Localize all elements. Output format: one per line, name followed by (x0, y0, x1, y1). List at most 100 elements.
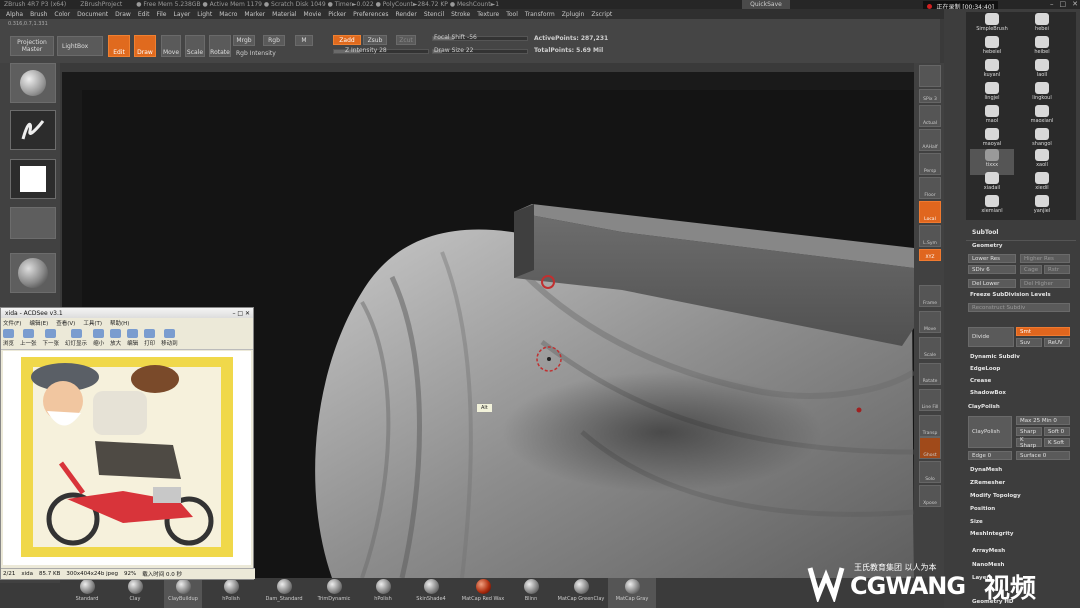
minimize-icon[interactable]: – (1050, 0, 1054, 8)
material-item[interactable]: SkinShade4 (412, 578, 450, 608)
shadowbox-item[interactable]: ShadowBox (970, 390, 1006, 396)
bpr-button[interactable] (919, 65, 941, 87)
smt-toggle[interactable]: Smt (1016, 327, 1070, 336)
zremesher-item[interactable]: ZRemesher (970, 480, 1005, 486)
alpha-thumb[interactable] (10, 159, 56, 199)
lightbox-button[interactable]: LightBox (57, 36, 103, 56)
xyz-button[interactable]: XYZ (919, 249, 941, 261)
ksharp-slider[interactable]: K Sharp (1016, 437, 1042, 449)
spix-button[interactable]: SPix 3 (919, 89, 941, 103)
xpose-button[interactable]: Xpose (919, 485, 941, 507)
claypolish-max-min[interactable]: Max 25 Min 0 (1016, 416, 1070, 425)
browse-button[interactable]: 浏览 (3, 329, 14, 347)
solo-button[interactable]: Solo (919, 461, 941, 483)
edge-slider[interactable]: Edge 0 (968, 451, 1012, 460)
zsub-button[interactable]: Zsub (363, 35, 387, 45)
menu-zplugin[interactable]: Zplugin (562, 11, 585, 18)
claypolish-button[interactable]: ClayPolish (968, 416, 1012, 448)
acdsee-title-bar[interactable]: xida - ACDSee v3.1 – □ ✕ (1, 308, 253, 318)
material-item[interactable]: Blinn (512, 578, 550, 608)
material-item[interactable]: MatCap GreenClay (556, 578, 606, 608)
menu-movie[interactable]: Movie (304, 11, 322, 18)
brush-item[interactable]: xiemianl (972, 195, 1012, 221)
rotate-view-button[interactable]: Rotate (919, 363, 941, 385)
menu-stroke[interactable]: Stroke (451, 11, 470, 18)
ghost-button[interactable]: Ghost (919, 437, 941, 459)
standard-brush-thumb[interactable] (10, 63, 56, 103)
material-item[interactable]: hPolish (364, 578, 402, 608)
material-item[interactable]: Clay (116, 578, 154, 608)
acdsee-window[interactable]: xida - ACDSee v3.1 – □ ✕ 文件(F) 编辑(E) 查看(… (0, 307, 255, 580)
local-button[interactable]: Local (919, 201, 941, 223)
material-item[interactable]: MatCap Red Wax (458, 578, 508, 608)
divide-button[interactable]: Divide (968, 327, 1014, 347)
material-item[interactable]: MatCap Gray (608, 578, 656, 608)
move-view-button[interactable]: Move (919, 311, 941, 333)
freeze-subdivision-button[interactable]: Freeze SubDivision Levels (970, 292, 1051, 298)
mrgb-button[interactable]: Mrgb (233, 35, 255, 46)
rstr-button[interactable]: Rstr (1044, 265, 1070, 274)
sharp-slider[interactable]: Sharp (1016, 427, 1042, 436)
menu-tool[interactable]: Tool (506, 11, 518, 18)
claypolish-header[interactable]: ClayPolish (968, 404, 1000, 410)
m-button[interactable]: M (295, 35, 313, 46)
material-item[interactable]: hPolish (212, 578, 250, 608)
projection-master-button[interactable]: Projection Master (10, 36, 54, 56)
menu-color[interactable]: Color (54, 11, 70, 18)
brush-item[interactable]: yanjiel (1022, 195, 1062, 221)
del-lower-button[interactable]: Del Lower (968, 279, 1016, 288)
slideshow-button[interactable]: 幻灯显示 (65, 329, 87, 347)
size-item[interactable]: Size (970, 519, 983, 525)
stroke-thumb[interactable] (10, 110, 56, 150)
zadd-button[interactable]: Zadd (333, 35, 361, 45)
suv-toggle[interactable]: Suv (1016, 338, 1042, 347)
arraymesh-header[interactable]: ArrayMesh (972, 548, 1005, 554)
aahalf-button[interactable]: AAHalf (919, 129, 941, 151)
reconstruct-subdiv-button[interactable]: Reconstruct Subdiv (968, 303, 1070, 312)
edgeloop-item[interactable]: EdgeLoop (970, 366, 1000, 372)
lsym-button[interactable]: L.Sym (919, 225, 941, 247)
higher-res-button[interactable]: Higher Res (1020, 254, 1070, 263)
crease-item[interactable]: Crease (970, 378, 991, 384)
menu-marker[interactable]: Marker (244, 11, 265, 18)
cage-button[interactable]: Cage (1020, 265, 1042, 274)
material-item-selected[interactable]: ClayBuildup (164, 578, 202, 608)
surface-slider[interactable]: Surface 0 (1016, 451, 1070, 460)
material-item[interactable]: TrimDynamic (312, 578, 356, 608)
zoom-out-button[interactable]: 缩小 (93, 329, 104, 347)
menu-transform[interactable]: Transform (525, 11, 555, 18)
acdsee-menu-edit[interactable]: 编辑(E) (29, 319, 48, 327)
dynamic-subdiv-item[interactable]: Dynamic Subdiv (970, 354, 1020, 360)
menu-draw[interactable]: Draw (115, 11, 131, 18)
texture-thumb[interactable] (10, 207, 56, 239)
rgb-button[interactable]: Rgb (263, 35, 285, 46)
lower-res-button[interactable]: Lower Res (968, 254, 1016, 263)
menu-layer[interactable]: Layer (174, 11, 191, 18)
position-item[interactable]: Position (970, 506, 995, 512)
next-button[interactable]: 下一张 (43, 329, 59, 347)
edit-image-button[interactable]: 编辑 (127, 329, 138, 347)
modify-topology-item[interactable]: Modify Topology (970, 493, 1021, 499)
acdsee-menu-tools[interactable]: 工具(T) (83, 319, 102, 327)
rotate-button[interactable]: Rotate (209, 35, 231, 57)
menu-brush[interactable]: Brush (30, 11, 47, 18)
persp-button[interactable]: Persp (919, 153, 941, 175)
menu-alpha[interactable]: Alpha (6, 11, 23, 18)
move-button[interactable]: Move (161, 35, 181, 57)
menu-file[interactable]: File (156, 11, 166, 18)
menu-material[interactable]: Material (272, 11, 296, 18)
acdsee-menu-file[interactable]: 文件(F) (3, 319, 21, 327)
geometry-header[interactable]: Geometry (972, 243, 1002, 249)
prev-button[interactable]: 上一张 (20, 329, 37, 347)
material-item[interactable]: Standard (68, 578, 106, 608)
menu-light[interactable]: Light (197, 11, 212, 18)
menu-edit[interactable]: Edit (138, 11, 150, 18)
sdiv-slider[interactable]: SDiv 6 (968, 265, 1016, 274)
menu-render[interactable]: Render (395, 11, 416, 18)
quicksave-button[interactable]: QuickSave (742, 0, 790, 9)
floor-button[interactable]: Floor (919, 177, 941, 199)
close-icon[interactable]: ✕ (1072, 0, 1078, 8)
move-to-button[interactable]: 移动到 (161, 329, 178, 347)
soft-slider[interactable]: Soft 0 (1044, 427, 1070, 436)
edit-button[interactable]: Edit (108, 35, 130, 57)
